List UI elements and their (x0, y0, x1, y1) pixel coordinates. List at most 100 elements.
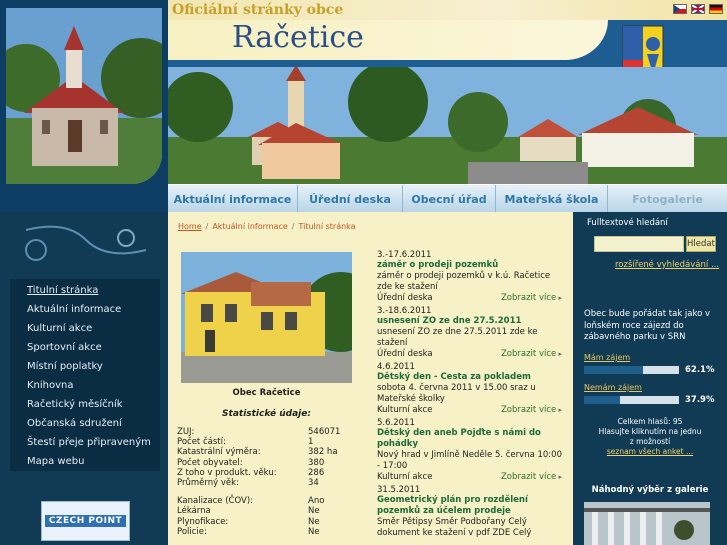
menu-item-obcanska-sdruzeni[interactable]: Občanská sdružení (10, 414, 160, 433)
stat-value: Ne (308, 526, 320, 537)
news-title[interactable]: usnesení ZO ze dne 27.5.2011 (377, 316, 562, 327)
flag-de-icon[interactable] (709, 4, 723, 14)
title-box: Račetice (168, 20, 608, 63)
news-more-link[interactable]: Zobrazit více (501, 404, 562, 416)
stat-key: Katastrální výměra: (177, 447, 261, 458)
topnav-uredni-deska[interactable]: Úřední deska (298, 185, 403, 213)
top-navigation: Aktuální informace Úřední deska Obecní ú… (168, 184, 727, 213)
news-body: sobota 4. června 2011 v 15.00 sraz u Mat… (377, 383, 536, 404)
news-more-link[interactable]: Zobrazit více (501, 471, 562, 483)
news-body: Nový hrad v Jimlíně Neděle 5. června 10:… (377, 450, 562, 471)
language-flags (673, 4, 723, 14)
gallery-photo[interactable] (584, 502, 710, 545)
all-polls-label[interactable]: seznam všech anket ... (607, 447, 693, 456)
search-label: Fulltextové hledání (587, 218, 668, 228)
menu-item-kulturni-akce[interactable]: Kulturní akce (10, 319, 160, 338)
menu-item-sportovni-akce[interactable]: Sportovní akce (10, 338, 160, 357)
flag-cz-icon[interactable] (673, 4, 687, 14)
menu-item-mapa-webu[interactable]: Mapa webu (10, 452, 160, 471)
left-sidebar: Titulní stránka Aktuální informace Kultu… (0, 212, 168, 545)
stat-key: Policie: (177, 526, 207, 537)
main-content: Home / Aktuální informace / Titulní stránka … (168, 212, 573, 545)
poll-hint: Hlasujte kliknutím na jednu (598, 427, 702, 436)
topnav-fotogalerie[interactable]: Fotogalerie (608, 185, 727, 213)
news-category: Kulturní akce (377, 472, 433, 482)
stat-key: ZUJ: (177, 427, 195, 437)
breadcrumb-section-link[interactable]: Aktuální informace (212, 222, 287, 231)
poll-hint-2: z možností (629, 437, 671, 446)
topnav-aktualni-informace[interactable]: Aktuální informace (168, 185, 298, 213)
news-date: 4.6.2011 (377, 362, 415, 372)
stat-key: Kanalizace (ČOV): (177, 496, 254, 507)
search-input[interactable] (594, 236, 684, 252)
stat-row: Počet obyvatel: 380 (177, 458, 367, 468)
flag-en-icon[interactable] (691, 4, 705, 14)
stat-key: Lékárna (177, 506, 211, 517)
menu-item-aktualni-informace[interactable]: Aktuální informace (10, 300, 160, 319)
stat-row: ZUJ: 546071 (177, 427, 367, 437)
stat-value: Ne (308, 506, 320, 517)
news-more-link[interactable]: Zobrazit více (501, 348, 562, 360)
menu-item-mistni-poplatky[interactable]: Místní poplatky (10, 357, 160, 376)
page: Oficiální stránky obce Račetice Aktuální… (0, 0, 727, 545)
news-item: 4.6.2011 Dětský den - Cesta za pokladem … (377, 362, 562, 416)
stat-value: 286 (308, 467, 325, 478)
czechpoint-label: CZECH POINT (44, 515, 127, 527)
all-polls-link[interactable]: seznam všech anket ... (573, 447, 727, 456)
news-category: Úřední deska (377, 293, 433, 303)
menu-item-knihovna[interactable]: Knihovna (10, 376, 160, 395)
poll-option-yes[interactable]: Mám zájem (584, 353, 630, 362)
news-item: 31.5.2011 Geometrický plán pro rozdělení… (377, 485, 562, 538)
left-menu: Titulní stránka Aktuální informace Kultu… (10, 279, 160, 471)
news-title[interactable]: záměr o prodeji pozemků (377, 260, 562, 271)
stat-value: 34 (308, 478, 319, 489)
czechpoint-logo[interactable]: CZECH POINT (41, 501, 130, 541)
topnav-materska-skola[interactable]: Mateřská škola (496, 185, 608, 213)
news-category: Úřední deska (377, 349, 433, 359)
poll-question: Obec bude pořádat tak jako v loňském roc… (584, 309, 711, 342)
breadcrumb-home-link[interactable]: Home (178, 222, 202, 231)
stat-value: 1 (308, 437, 314, 448)
topnav-obecni-urad[interactable]: Obecní úřad (403, 185, 496, 213)
news-item: 3.-18.6.2011 usnesení ZO ze dne 27.5.201… (377, 306, 562, 360)
stats-table: ZUJ: 546071 Počet částí: 1 Katastrální vým… (177, 427, 367, 537)
gallery-title: Náhodný výběr z galerie (591, 485, 709, 495)
stat-value: 382 ha (308, 447, 338, 458)
poll-fill-no (584, 396, 620, 404)
search-button[interactable]: Hledat (686, 236, 716, 252)
menu-item-titulni-stranka[interactable]: Titulní stránka (10, 281, 160, 300)
news-date: 31.5.2011 (377, 485, 421, 495)
stat-value: 380 (308, 457, 325, 468)
news-title[interactable]: Dětský den aneb Pojďte s námi do pohádky (377, 428, 562, 450)
breadcrumb-current: Titulní stránka (298, 222, 356, 231)
decorative-swirl-icon (25, 225, 147, 261)
stats-title: Statistické údaje: (222, 409, 311, 419)
stat-row: Lékárna Ne (177, 506, 367, 516)
advanced-search-link[interactable]: rozšířené vyhledávání ... (615, 260, 719, 270)
news-body: Směr Pětipsy Směr Podbořany Celý dokumen… (377, 517, 532, 538)
news-title[interactable]: Dětský den - Cesta za pokladem (377, 372, 562, 383)
stat-key: Z toho v produkt. věku: (177, 467, 277, 478)
news-title[interactable]: Geometrický plán pro rozdělení pozemků z… (377, 495, 562, 517)
poll-fill-yes (584, 366, 643, 374)
village-caption: Obec Račetice (232, 388, 301, 398)
news-category: Kulturní akce (377, 405, 433, 415)
news-more-link[interactable]: Zobrazit více (501, 292, 562, 304)
menu-item-stesti[interactable]: Štestí přeje připraveným (10, 433, 160, 452)
breadcrumb: Home / Aktuální informace / Titulní stránka (178, 222, 356, 231)
coat-of-arms-icon (622, 25, 664, 67)
poll-bar-yes (584, 366, 679, 374)
stat-row: Plynofikace: Ne (177, 517, 367, 527)
news-date: 5.6.2011 (377, 418, 415, 428)
news-date: 3.-17.6.2011 (377, 250, 432, 260)
poll-option-no[interactable]: Nemám zájem (584, 383, 642, 392)
stat-key: Počet obyvatel: (177, 457, 243, 468)
stat-key: Plynofikace: (177, 516, 229, 527)
menu-item-racheticky-mesicnik[interactable]: Račetický měsíčník (10, 395, 160, 414)
stat-row: Průměrný věk: 34 (177, 478, 367, 488)
poll-total: Celkem hlasů: 95 (617, 417, 683, 426)
news-item: 5.6.2011 Dětský den aneb Pojďte s námi d… (377, 418, 562, 483)
news-item: 3.-17.6.2011 záměr o prodeji pozemků zám… (377, 250, 562, 304)
stat-row: Kanalizace (ČOV): Ano (177, 496, 367, 506)
village-hall-photo (181, 252, 352, 383)
